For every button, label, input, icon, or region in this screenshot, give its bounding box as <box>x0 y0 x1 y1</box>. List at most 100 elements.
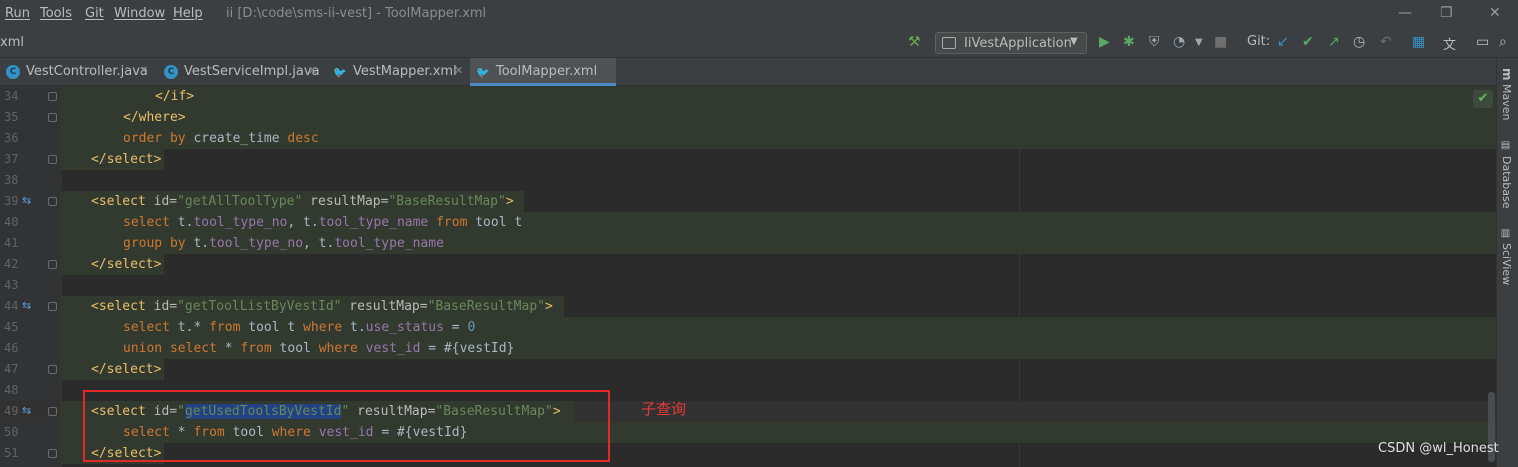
menu-tools[interactable]: Tools <box>40 6 72 21</box>
annotation-text: 子查询 <box>641 400 687 418</box>
close-button[interactable]: ✕ <box>1489 5 1501 21</box>
code-text: </select> <box>91 151 161 168</box>
coverage-shield-icon[interactable]: ⛨ <box>1149 34 1160 50</box>
code-line: 40 select t.tool_type_no, t.tool_type_na… <box>0 212 1496 233</box>
line-number: 38 <box>4 173 19 187</box>
sql-text: create_time <box>185 131 288 146</box>
sql-field: tool_type_name <box>334 236 444 251</box>
sql-text: tool <box>271 341 319 356</box>
menu-run[interactable]: Run <box>5 6 30 21</box>
editor-tabs: C VestController.java ✕ C VestServiceImp… <box>0 58 1496 86</box>
code-line: 43 <box>0 275 1496 296</box>
build-hammer-icon[interactable]: ⚒ <box>908 34 921 50</box>
tab-vestmapper[interactable]: 🐦 VestMapper.xml ✕ <box>327 58 469 86</box>
tab-vestcontroller[interactable]: C VestController.java ✕ <box>0 58 157 86</box>
sql-keyword: from <box>209 320 241 335</box>
tab-toolmapper[interactable]: 🐦 ToolMapper.xml <box>470 58 616 86</box>
tab-label: VestServiceImpl.java <box>184 64 320 79</box>
close-tab-icon[interactable]: ✕ <box>454 64 463 77</box>
sciview-icon: ▥ <box>1500 228 1511 239</box>
sql-keyword: select <box>123 215 170 230</box>
java-class-icon: C <box>6 65 20 79</box>
profile-icon[interactable]: ◔ <box>1173 34 1185 50</box>
xml-attr-value: "BaseResultMap" <box>427 299 545 314</box>
debug-bug-icon[interactable]: ✱ <box>1123 34 1135 50</box>
tab-label: VestController.java <box>26 64 148 79</box>
breadcrumb[interactable]: xml <box>0 35 24 50</box>
line-number: 47 <box>4 362 19 376</box>
git-history-clock-icon[interactable]: ◷ <box>1353 34 1365 50</box>
fold-marker-icon[interactable] <box>48 365 57 374</box>
line-number: 43 <box>4 278 19 292</box>
code-text: group by t.tool_type_no, t.tool_type_nam… <box>123 235 444 252</box>
tool-sciview[interactable]: SciView <box>1500 243 1513 285</box>
mybatis-navigate-icon[interactable]: ⇆ <box>22 404 31 417</box>
sql-text: = <box>443 320 468 335</box>
close-tab-icon[interactable]: ✕ <box>308 64 317 77</box>
sql-text: t. <box>169 215 194 230</box>
fold-marker-icon[interactable] <box>48 113 57 122</box>
fold-marker-icon[interactable] <box>48 407 57 416</box>
code-text: union select * from tool where vest_id =… <box>123 340 514 357</box>
tab-label: ToolMapper.xml <box>496 64 598 79</box>
git-commit-check-icon[interactable]: ✔ <box>1302 34 1314 50</box>
code-text: </select> <box>91 361 161 378</box>
xml-tag: </select> <box>91 257 162 272</box>
line-number: 48 <box>4 383 19 397</box>
menu-git[interactable]: Git <box>85 6 104 21</box>
fold-marker-icon[interactable] <box>48 155 57 164</box>
mybatis-navigate-icon[interactable]: ⇆ <box>22 194 31 207</box>
line-number: 51 <box>4 446 19 460</box>
menu-window[interactable]: Window <box>114 6 165 21</box>
layout-icon[interactable]: ▭ <box>1476 34 1489 50</box>
right-tool-strip: m Maven ▤ Database ▥ SciView <box>1496 58 1518 467</box>
code-line: 46 union select * from tool where vest_i… <box>0 338 1496 359</box>
run-configuration-select[interactable]: IiVestApplication ▼ <box>935 32 1087 54</box>
window-title: ii [D:\code\sms-ii-vest] - ToolMapper.xm… <box>226 6 487 21</box>
rollback-icon[interactable]: ↶ <box>1380 34 1392 50</box>
sql-text: t.* <box>169 320 210 335</box>
menu-help[interactable]: Help <box>173 6 203 21</box>
minimize-button[interactable]: — <box>1398 5 1412 21</box>
more-run-chevron-icon[interactable]: ▼ <box>1195 37 1203 48</box>
line-number: 49 <box>4 404 19 418</box>
xml-tag: <select <box>91 299 146 314</box>
run-icon[interactable]: ▶ <box>1099 34 1110 50</box>
sql-keyword: desc <box>287 131 319 146</box>
java-class-icon: C <box>164 65 178 79</box>
close-tab-icon[interactable]: ✕ <box>139 64 148 77</box>
fold-marker-icon[interactable] <box>48 449 57 458</box>
sql-keyword: select <box>123 320 170 335</box>
sql-keyword: from <box>240 341 272 356</box>
stop-icon[interactable]: ■ <box>1214 34 1227 50</box>
search-icon[interactable]: ⌕ <box>1499 34 1507 50</box>
line-number: 36 <box>4 131 19 145</box>
inspection-ok-check-icon[interactable]: ✔ <box>1473 90 1493 108</box>
line-number: 42 <box>4 257 19 271</box>
git-push-icon[interactable]: ↗ <box>1328 34 1340 50</box>
fold-marker-icon[interactable] <box>48 197 57 206</box>
git-label: Git: <box>1247 34 1271 49</box>
translate-icon[interactable]: 文 <box>1443 34 1456 53</box>
sql-keyword: where <box>303 320 343 335</box>
fold-marker-icon[interactable] <box>48 302 57 311</box>
tab-vestserviceimpl[interactable]: C VestServiceImpl.java ✕ <box>158 58 327 86</box>
git-update-icon[interactable]: ↙ <box>1277 34 1289 50</box>
restore-button[interactable]: ❐ <box>1440 5 1453 21</box>
code-line: 39 ⇆ <select id="getAllToolType" resultM… <box>0 191 1496 212</box>
line-number: 35 <box>4 110 19 124</box>
fold-marker-icon[interactable] <box>48 92 57 101</box>
code-text: </if> <box>155 88 194 105</box>
project-structure-icon[interactable]: ▦ <box>1412 34 1425 50</box>
fold-marker-icon[interactable] <box>48 260 57 269</box>
sql-text: t. <box>342 320 366 335</box>
tool-maven[interactable]: Maven <box>1500 84 1513 120</box>
app-config-icon <box>942 37 956 49</box>
mybatis-xml-icon: 🐦 <box>476 66 490 79</box>
main-toolbar: xml ⚒ IiVestApplication ▼ ▶ ✱ ⛨ ◔ ▼ ■ Gi… <box>0 28 1518 58</box>
tool-database[interactable]: Database <box>1500 156 1513 209</box>
sql-text: t. <box>185 236 210 251</box>
code-text: </select> <box>91 256 161 273</box>
mybatis-navigate-icon[interactable]: ⇆ <box>22 299 31 312</box>
line-number: 34 <box>4 89 19 103</box>
